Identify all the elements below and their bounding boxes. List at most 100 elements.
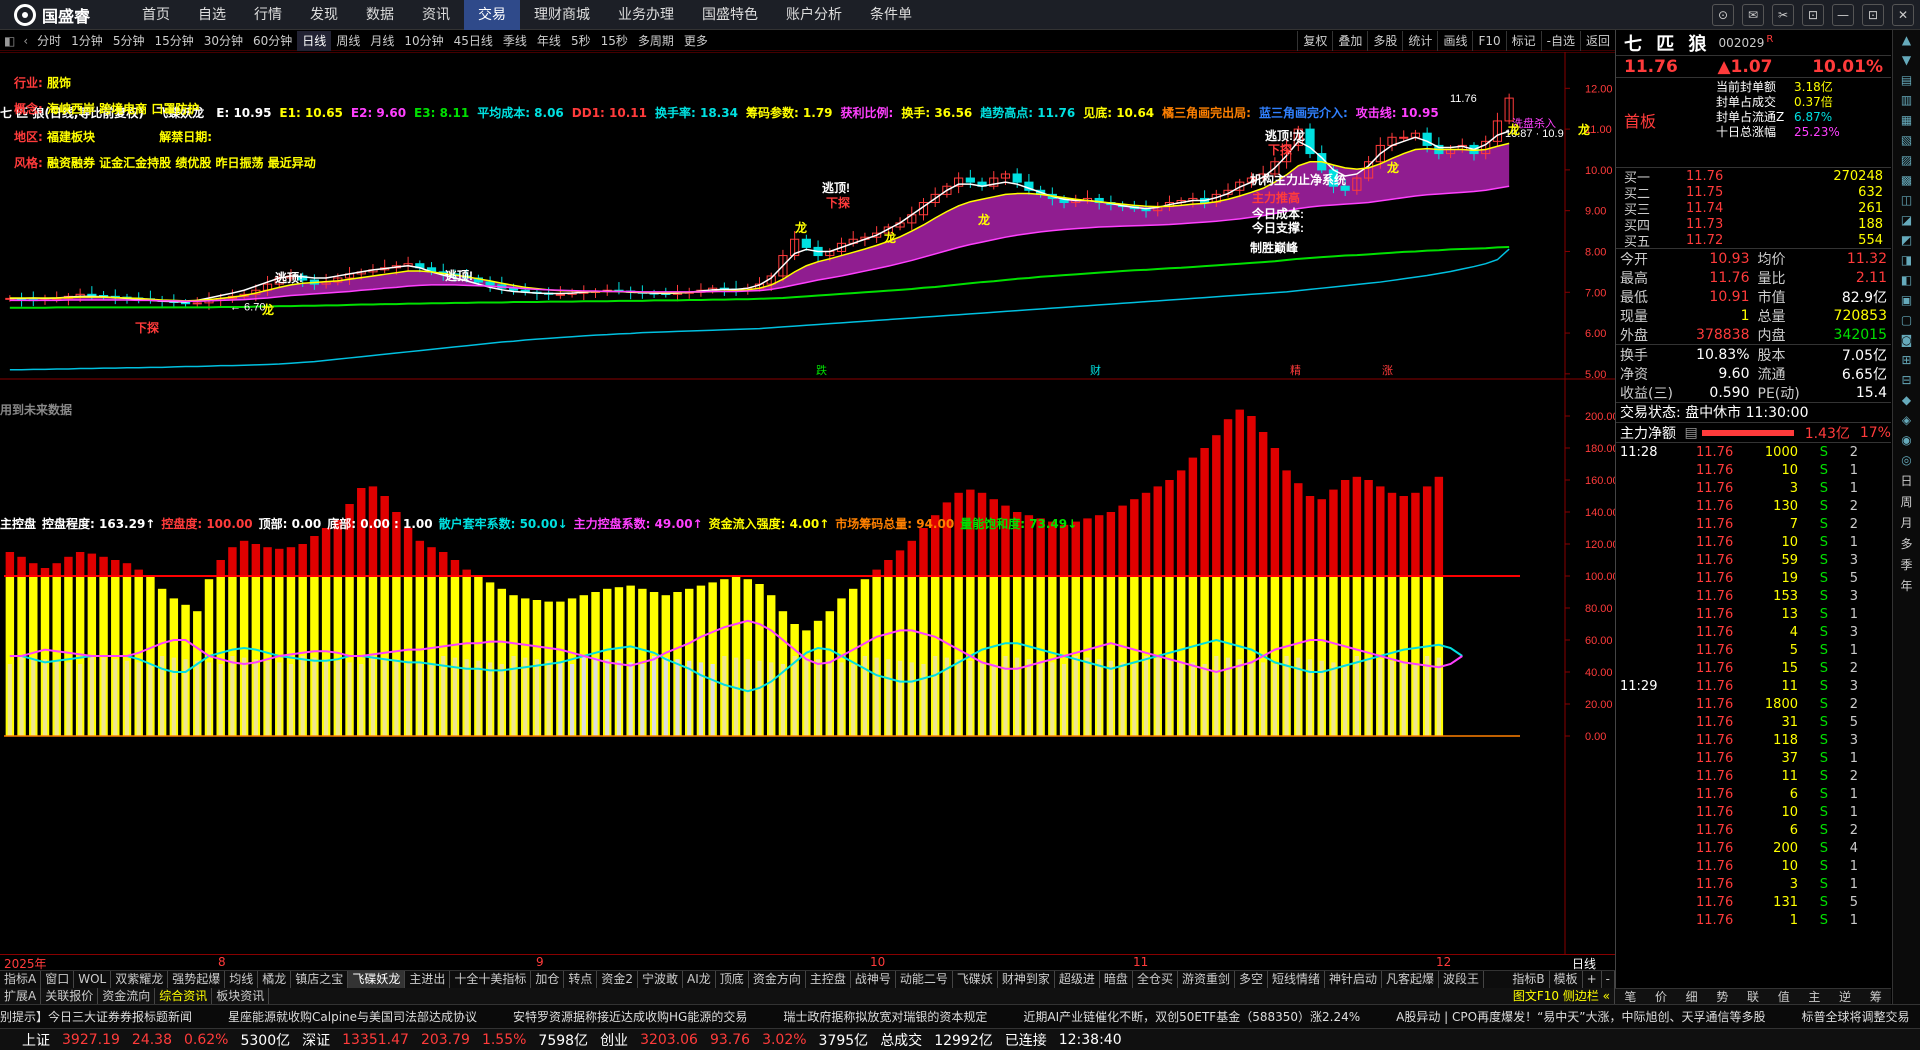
news-item-4[interactable]: 近期AI产业链催化不断，双创50ETF基金（588350）涨2.24% bbox=[1023, 1008, 1360, 1025]
indicator-tab-19[interactable]: 战神号 bbox=[851, 971, 896, 988]
timeframe-1[interactable]: 1分钟 bbox=[66, 31, 108, 51]
quote-tab-3[interactable]: 势 bbox=[1707, 989, 1738, 1004]
window-control-icon-4[interactable]: — bbox=[1832, 4, 1854, 26]
nav-item-5[interactable]: 资讯 bbox=[408, 0, 464, 30]
sidebar-period-0[interactable]: 日 bbox=[1900, 472, 1912, 489]
indicator-tab-right-3[interactable]: - bbox=[1602, 971, 1615, 988]
indicator-tab-6[interactable]: 橘龙 bbox=[258, 971, 292, 988]
sidebar-period-1[interactable]: 周 bbox=[1900, 493, 1912, 510]
nav-item-3[interactable]: 发现 bbox=[296, 0, 352, 30]
nav-item-0[interactable]: 首页 bbox=[128, 0, 184, 30]
indicator-tab-17[interactable]: 资金方向 bbox=[749, 971, 806, 988]
nav-item-10[interactable]: 账户分析 bbox=[772, 0, 856, 30]
indicator-tab-right-2[interactable]: + bbox=[1583, 971, 1602, 988]
window-control-icon-2[interactable]: ✂ bbox=[1772, 4, 1794, 26]
tool-8[interactable]: 返回 bbox=[1579, 31, 1615, 51]
timeframe-0[interactable]: 分时 bbox=[32, 31, 66, 51]
sidebar-tool-icon-15[interactable]: ◙ bbox=[1901, 333, 1913, 347]
tool-5[interactable]: F10 bbox=[1472, 31, 1505, 51]
indicator-tab-20[interactable]: 动能二号 bbox=[896, 971, 953, 988]
sidebar-tool-icon-4[interactable]: ▦ bbox=[1901, 113, 1912, 127]
tool-0[interactable]: 复权 bbox=[1297, 31, 1332, 51]
timeframe-8[interactable]: 月线 bbox=[365, 31, 399, 51]
brand-logo[interactable]: 国盛睿 bbox=[0, 3, 128, 27]
bid-row-4[interactable]: 买五 11.72 554 bbox=[1616, 232, 1891, 250]
indicator-tab-30[interactable]: 凡客起爆 bbox=[1382, 971, 1440, 988]
ext-tab-4[interactable]: 板块资讯 bbox=[212, 988, 270, 1004]
timeframe-9[interactable]: 10分钟 bbox=[399, 31, 448, 51]
sidebar-tool-icon-8[interactable]: ◫ bbox=[1901, 193, 1912, 207]
indicator-tab-31[interactable]: 波段王 bbox=[1439, 971, 1485, 988]
news-item-6[interactable]: 标普全球将调整交易 bbox=[1802, 1008, 1910, 1025]
timeframe-3[interactable]: 15分钟 bbox=[149, 31, 198, 51]
news-item-5[interactable]: A股异动 | CPO再度爆发！“易中天”大涨，中际旭创、天孚通信等多股 bbox=[1396, 1008, 1765, 1025]
indicator-tab-25[interactable]: 全仓买 bbox=[1133, 971, 1178, 988]
indicator-tab-14[interactable]: 宁波敢 bbox=[638, 971, 684, 988]
indicator-tab-11[interactable]: 加仓 bbox=[531, 971, 565, 988]
sidebar-tool-icon-7[interactable]: ▩ bbox=[1901, 173, 1912, 187]
quote-tab-6[interactable]: 主 bbox=[1799, 989, 1830, 1004]
nav-item-6[interactable]: 交易 bbox=[464, 0, 520, 30]
timeframe-13[interactable]: 5秒 bbox=[566, 31, 596, 51]
indicator-tab-5[interactable]: 均线 bbox=[225, 971, 259, 988]
sidebar-tool-icon-5[interactable]: ▧ bbox=[1901, 133, 1912, 147]
quote-tab-8[interactable]: 筹 bbox=[1860, 989, 1891, 1004]
sidebar-tool-icon-19[interactable]: ◈ bbox=[1902, 413, 1911, 427]
window-control-icon-0[interactable]: ⊙ bbox=[1712, 4, 1734, 26]
nav-item-8[interactable]: 业务办理 bbox=[604, 0, 688, 30]
ext-tab-2[interactable]: 资金流向 bbox=[98, 988, 156, 1004]
indicator-tab-7[interactable]: 镇店之宝 bbox=[291, 971, 349, 988]
sidebar-tool-icon-0[interactable]: ▲ bbox=[1902, 33, 1911, 47]
indicator-tab-22[interactable]: 财神到家 bbox=[998, 971, 1055, 988]
timeframe-5[interactable]: 60分钟 bbox=[248, 31, 297, 51]
sidebar-tool-icon-16[interactable]: ⊞ bbox=[1901, 353, 1911, 367]
nav-item-7[interactable]: 理财商城 bbox=[520, 0, 604, 30]
nav-item-2[interactable]: 行情 bbox=[240, 0, 296, 30]
news-item-2[interactable]: 安特罗资源据称接近达成收购HG能源的交易 bbox=[513, 1008, 747, 1025]
back-icon[interactable]: ‹ bbox=[19, 34, 32, 48]
timeframe-2[interactable]: 5分钟 bbox=[108, 31, 150, 51]
tick-list[interactable]: 11:28 11.76 1000 S 2 11.76 10 S 1 11.76 3 S 1 11.76 13… bbox=[1616, 443, 1891, 929]
chart-canvas[interactable]: 5.006.007.008.009.0010.0011.0012.000.002… bbox=[0, 52, 1615, 954]
indicator-tab-0[interactable]: 指标A bbox=[0, 971, 42, 988]
indicator-tab-1[interactable]: 窗口 bbox=[41, 971, 75, 988]
timeframe-4[interactable]: 30分钟 bbox=[199, 31, 248, 51]
sidebar-period-4[interactable]: 季 bbox=[1900, 556, 1912, 573]
tool-4[interactable]: 画线 bbox=[1437, 31, 1472, 51]
sidebar-tool-icon-1[interactable]: ▼ bbox=[1902, 53, 1911, 67]
indicator-tab-26[interactable]: 游资重剑 bbox=[1178, 971, 1235, 988]
tool-3[interactable]: 统计 bbox=[1402, 31, 1437, 51]
window-control-icon-3[interactable]: ⊡ bbox=[1802, 4, 1824, 26]
indicator-tab-8[interactable]: 飞碟妖龙 bbox=[348, 971, 406, 988]
tool-1[interactable]: 叠加 bbox=[1332, 31, 1367, 51]
indicator-tab-29[interactable]: 神针启动 bbox=[1325, 971, 1383, 988]
news-item-0[interactable]: 别提示】今日三大证券券报标题新闻 bbox=[0, 1008, 192, 1025]
timeframe-10[interactable]: 45日线 bbox=[449, 31, 498, 51]
news-item-3[interactable]: 瑞士政府据称拟放宽对瑞银的资本规定 bbox=[783, 1008, 987, 1025]
layout-icon[interactable]: ◧ bbox=[0, 34, 19, 48]
nav-item-4[interactable]: 数据 bbox=[352, 0, 408, 30]
quote-tab-5[interactable]: 值 bbox=[1768, 989, 1799, 1004]
window-control-icon-5[interactable]: ⊡ bbox=[1862, 4, 1884, 26]
sidebar-tool-icon-20[interactable]: ◉ bbox=[1901, 433, 1911, 447]
window-control-icon-6[interactable]: ✕ bbox=[1892, 4, 1914, 26]
indicator-tab-right-1[interactable]: 模板 bbox=[1550, 971, 1583, 988]
indicator-tab-3[interactable]: 双紫耀龙 bbox=[111, 971, 169, 988]
indicator-tab-27[interactable]: 多空 bbox=[1235, 971, 1268, 988]
tool-2[interactable]: 多股 bbox=[1367, 31, 1402, 51]
sidebar-period-3[interactable]: 多 bbox=[1900, 535, 1912, 552]
sidebar-period-5[interactable]: 年 bbox=[1900, 577, 1912, 594]
timeframe-6[interactable]: 日线 bbox=[297, 30, 332, 51]
sidebar-tool-icon-21[interactable]: ◎ bbox=[1901, 453, 1911, 467]
ext-right-links[interactable]: 图文F10 侧边栏 « bbox=[1509, 988, 1615, 1004]
timeframe-14[interactable]: 15秒 bbox=[596, 31, 633, 51]
indicator-tab-right-0[interactable]: 指标B bbox=[1508, 971, 1550, 988]
window-control-icon-1[interactable]: ✉ bbox=[1742, 4, 1764, 26]
indicator-tab-16[interactable]: 顶底 bbox=[716, 971, 749, 988]
timeframe-7[interactable]: 周线 bbox=[331, 31, 365, 51]
indicator-tab-4[interactable]: 强势起爆 bbox=[168, 971, 226, 988]
timeframe-12[interactable]: 年线 bbox=[532, 31, 566, 51]
indicator-tab-21[interactable]: 飞碟妖 bbox=[953, 971, 998, 988]
indicator-tab-12[interactable]: 转点 bbox=[564, 971, 598, 988]
sidebar-tool-icon-11[interactable]: ◨ bbox=[1901, 253, 1912, 267]
